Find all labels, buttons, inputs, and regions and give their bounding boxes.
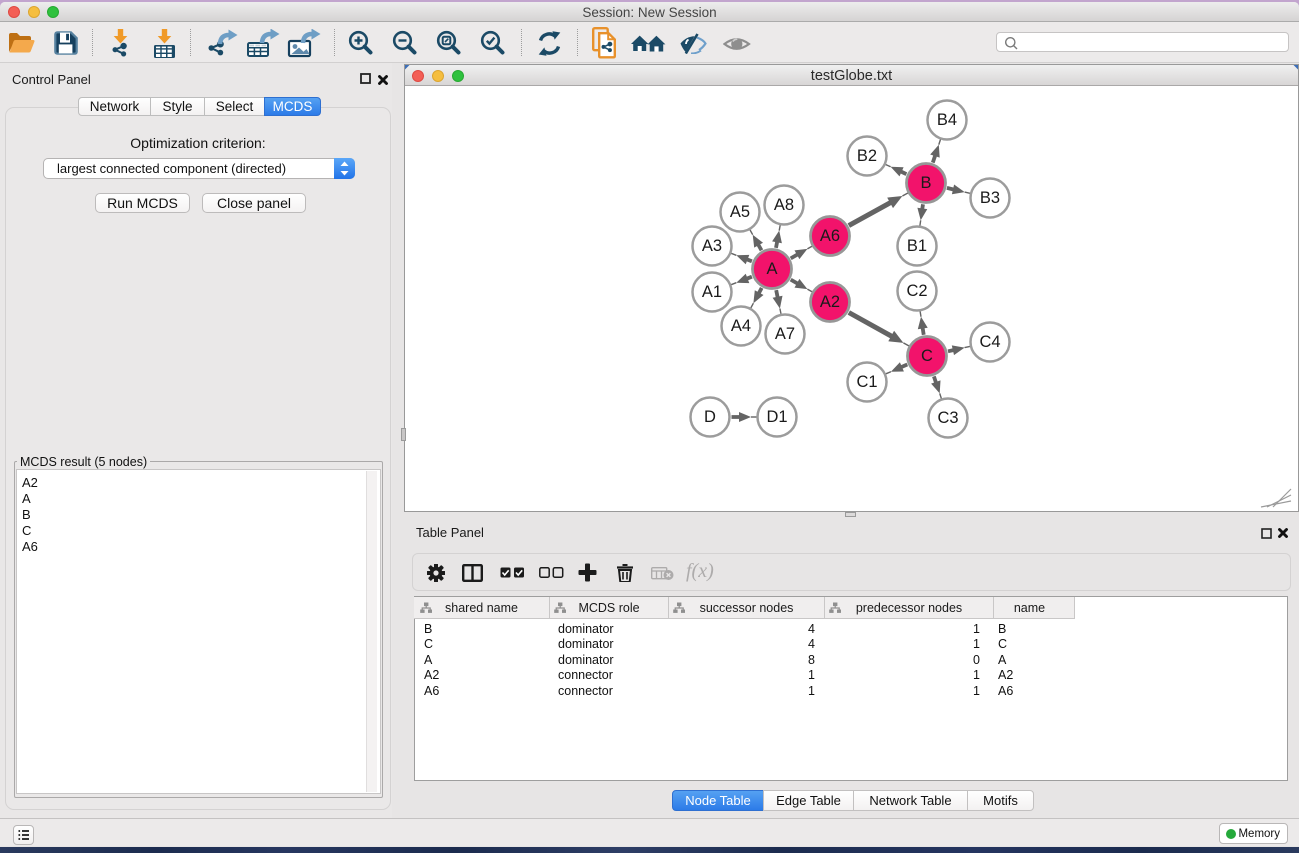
svg-text:A1: A1 <box>702 283 722 301</box>
svg-text:A6: A6 <box>820 227 840 245</box>
svg-text:A: A <box>766 260 777 278</box>
svg-text:B2: B2 <box>857 147 877 165</box>
svg-text:B1: B1 <box>907 237 927 255</box>
svg-text:A4: A4 <box>731 317 751 335</box>
svg-text:A8: A8 <box>774 196 794 214</box>
svg-text:A7: A7 <box>775 325 795 343</box>
svg-text:C: C <box>921 347 933 365</box>
svg-text:D1: D1 <box>766 408 787 426</box>
svg-text:A3: A3 <box>702 237 722 255</box>
svg-text:C3: C3 <box>937 409 958 427</box>
svg-text:C1: C1 <box>856 373 877 391</box>
svg-text:C2: C2 <box>906 282 927 300</box>
svg-text:B: B <box>920 174 931 192</box>
svg-text:A5: A5 <box>730 203 750 221</box>
svg-text:B3: B3 <box>980 189 1000 207</box>
svg-text:C4: C4 <box>979 333 1000 351</box>
svg-text:A2: A2 <box>820 293 840 311</box>
svg-text:D: D <box>704 408 716 426</box>
svg-text:B4: B4 <box>937 111 957 129</box>
